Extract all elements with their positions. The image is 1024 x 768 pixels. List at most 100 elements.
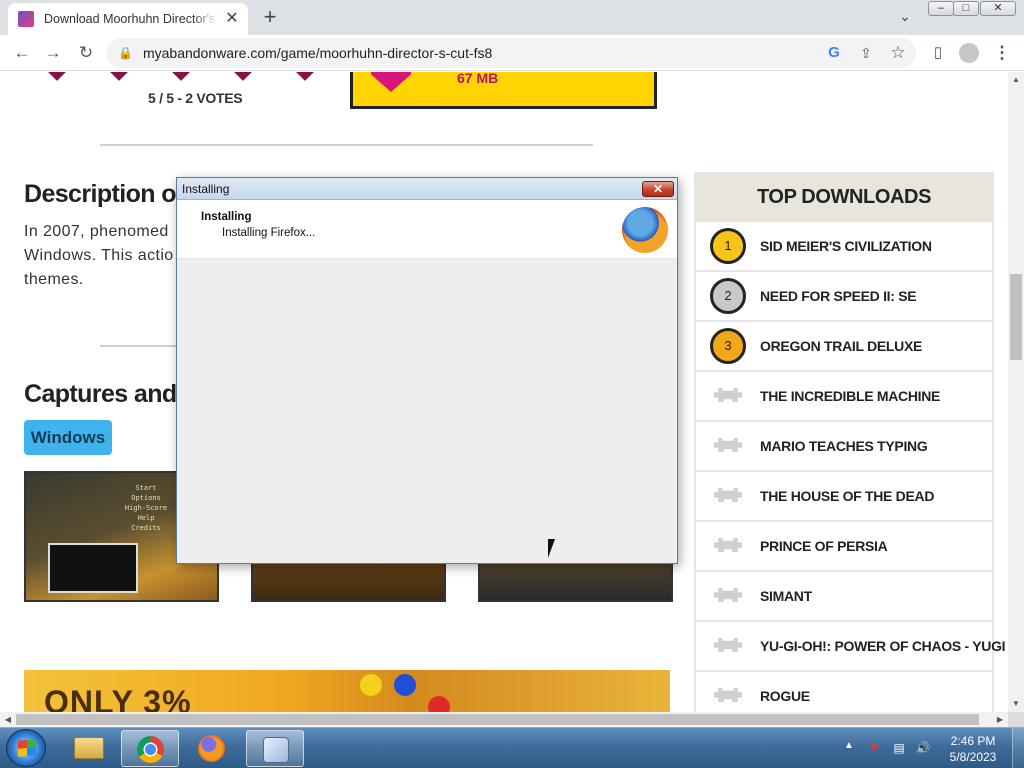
address-url[interactable]: myabandonware.com/game/moorhuhn-director… [143,45,492,61]
share-icon[interactable]: ⇪ [854,41,878,65]
mouse-cursor-icon [548,539,562,558]
back-arrow-icon[interactable]: ← [10,41,34,65]
firefox-logo-icon [622,207,668,253]
address-bar[interactable]: 🔒 myabandonware.com/game/moorhuhn-direct… [106,38,916,68]
taskbar-firefox[interactable] [183,730,241,767]
tab-strip: Download Moorhuhn Director's Cut ✕ + ⌄ –… [0,0,1024,35]
top-download-item[interactable]: SIMANT [696,572,992,620]
dialog-header: Installing Installing Firefox... [177,200,677,259]
new-tab-button[interactable]: + [258,6,282,30]
scroll-left-arrow-icon[interactable]: ◀ [0,712,16,727]
system-clock[interactable]: 2:46 PM 5/8/2023 [938,733,1008,765]
game-title-link[interactable]: YU-GI-OH!: POWER OF CHAOS - YUGI [760,638,1006,654]
taskbar-explorer[interactable] [60,730,118,767]
horizontal-scrollbar[interactable]: ◀ ▶ [0,712,1008,727]
google-lens-icon[interactable]: G [822,41,846,65]
tab-close-icon[interactable]: ✕ [224,10,240,28]
ad-ball-icon [394,674,416,696]
installer-icon [263,737,289,763]
scroll-up-arrow-icon[interactable]: ▲ [1008,72,1024,88]
taskbar-chrome[interactable] [121,730,179,767]
rating-star-icon [233,72,253,81]
rank-badge-icon: 2 [710,278,746,314]
download-button[interactable]: 67 MB [350,72,657,109]
scrollbar-thumb[interactable] [16,714,979,725]
window-maximize-button[interactable]: □ [953,1,979,16]
vertical-scrollbar[interactable]: ▲ ▼ [1008,72,1024,712]
game-title-link[interactable]: PRINCE OF PERSIA [760,538,888,554]
description-heading: Description of [24,180,184,208]
scrollbar-thumb[interactable] [1010,274,1022,360]
bookmark-star-icon[interactable]: ☆ [886,41,910,65]
explorer-icon [74,737,104,759]
top-download-item[interactable]: YU-GI-OH!: POWER OF CHAOS - YUGI [696,622,1006,670]
window-minimize-button[interactable]: – [928,1,954,16]
game-title-link[interactable]: THE INCREDIBLE MACHINE [760,388,940,404]
action-center-flag-icon[interactable]: ⚑ [866,740,882,756]
dialog-heading: Installing [201,211,252,223]
rank-badge-icon: 3 [710,328,746,364]
scroll-right-arrow-icon[interactable]: ▶ [992,712,1008,727]
profile-avatar-icon[interactable] [957,41,981,65]
captures-heading: Captures and S [24,380,200,408]
show-desktop-button[interactable] [1012,728,1024,768]
rating-star-icon [109,72,129,81]
top-download-item[interactable]: MARIO TEACHES TYPING [696,422,992,470]
installing-dialog: Installing ✕ Installing Installing Firef… [176,177,678,564]
space-invader-icon [710,485,746,507]
download-heart-icon [371,72,411,92]
game-title-link[interactable]: OREGON TRAIL DELUXE [760,338,922,354]
vote-count: 5 / 5 - 2 VOTES [148,90,243,106]
top-download-item[interactable]: PRINCE OF PERSIA [696,522,992,570]
top-downloads-panel: TOP DOWNLOADS 1 SID MEIER'S CIVILIZATION 2… [694,172,1006,712]
top-download-item[interactable]: 2 NEED FOR SPEED II: SE [696,272,992,320]
clock-time: 2:46 PM [950,734,996,748]
dialog-close-button[interactable]: ✕ [642,181,674,197]
lock-icon[interactable]: 🔒 [118,46,133,60]
top-download-item[interactable]: THE INCREDIBLE MACHINE [696,372,992,420]
platform-windows-button[interactable]: Windows [24,420,112,455]
window-close-button[interactable]: ✕ [980,1,1016,16]
reload-icon[interactable]: ↻ [74,41,98,65]
forward-arrow-icon[interactable]: → [41,41,65,65]
divider [100,144,593,146]
ad-ball-icon [360,674,382,696]
rank-badge-icon: 1 [710,228,746,264]
top-downloads-title: TOP DOWNLOADS [694,172,994,222]
clapperboard-image [48,543,138,593]
side-panel-icon[interactable]: ▯ [926,41,950,65]
game-title-link[interactable]: SID MEIER'S CIVILIZATION [760,238,932,254]
game-title-link[interactable]: NEED FOR SPEED II: SE [760,288,917,304]
space-invader-icon [710,435,746,457]
site-favicon-icon [18,11,34,27]
download-size: 67 MB [457,72,499,86]
show-hidden-icons-chevron-icon[interactable]: ▲ [844,740,854,751]
dialog-title: Installing [182,182,230,196]
tab-search-chevron-icon[interactable]: ⌄ [895,6,915,26]
network-icon[interactable]: ▤ [891,740,907,756]
space-invader-icon [710,585,746,607]
top-download-item[interactable]: 1 SID MEIER'S CIVILIZATION [696,222,992,270]
space-invader-icon [710,635,746,657]
start-button[interactable] [6,729,46,767]
volume-icon[interactable]: 🔊 [915,740,931,756]
game-title-link[interactable]: ROGUE [760,688,810,704]
space-invader-icon [710,535,746,557]
browser-tab[interactable]: Download Moorhuhn Director's Cut ✕ [8,3,248,35]
taskbar-installer[interactable] [246,730,304,767]
game-title-link[interactable]: SIMANT [760,588,812,604]
kebab-menu-icon[interactable]: ⋮ [990,41,1014,65]
top-download-item[interactable]: ROGUE [696,672,992,712]
advertisement-banner[interactable]: ONLY 3% [24,670,670,712]
space-invader-icon [710,685,746,707]
dialog-titlebar[interactable]: Installing ✕ [177,178,677,200]
top-download-item[interactable]: 3 OREGON TRAIL DELUXE [696,322,992,370]
game-title-link[interactable]: THE HOUSE OF THE DEAD [760,488,934,504]
windows-taskbar: ▲ ⚑ ▤ 🔊 2:46 PM 5/8/2023 [0,727,1024,768]
game-title-link[interactable]: MARIO TEACHES TYPING [760,438,928,454]
rating-star-icon [47,72,67,81]
scroll-down-arrow-icon[interactable]: ▼ [1008,696,1024,712]
dialog-status: Installing Firefox... [222,227,316,239]
chrome-icon [137,736,164,763]
top-download-item[interactable]: THE HOUSE OF THE DEAD [696,472,992,520]
